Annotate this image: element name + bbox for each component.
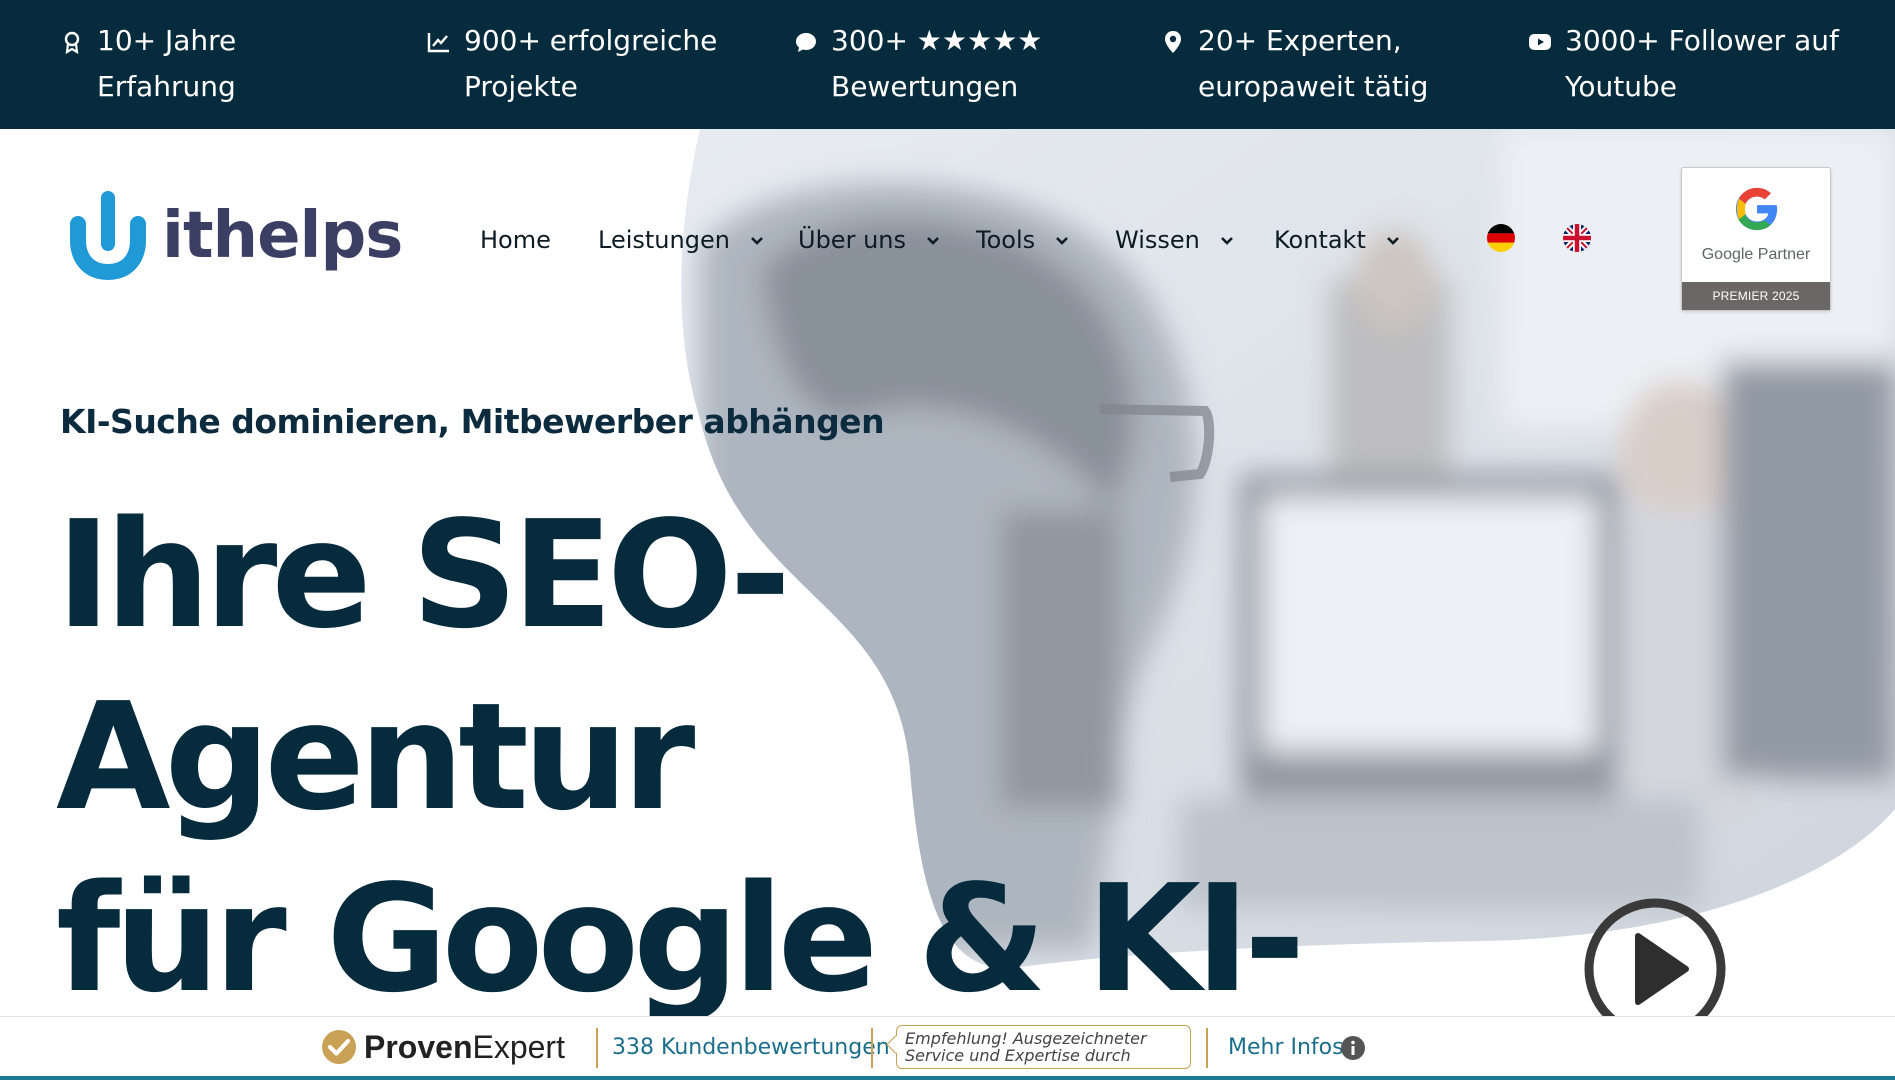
youtube-icon	[1529, 34, 1551, 50]
brand-bold: Proven	[364, 1029, 473, 1065]
chevron-down-icon	[926, 237, 939, 245]
more-info-link[interactable]: Mehr Infos	[1228, 1031, 1344, 1065]
nav-item-tools[interactable]: Tools	[976, 220, 1069, 260]
google-partner-badge[interactable]: Google Partner PREMIER 2025	[1681, 167, 1831, 311]
nav-label: Über uns	[798, 226, 906, 254]
headline-line: für Google & KI-	[56, 853, 1305, 1025]
stat-line1: 3000+ Follower auf	[1565, 24, 1839, 57]
brand-regular: Expert	[472, 1029, 565, 1065]
review-count: 338 Kundenbewertungen	[612, 1035, 890, 1060]
stat-line2: Erfahrung	[97, 70, 236, 103]
proven-expert-logo: ProvenExpert	[364, 1029, 565, 1065]
chart-icon	[427, 33, 449, 53]
german-flag-icon[interactable]	[1487, 224, 1515, 252]
stat-line1: 300+ ★★★★★	[831, 24, 1043, 57]
chevron-down-icon	[1055, 237, 1068, 245]
nav-label: Kontakt	[1274, 226, 1366, 254]
stat-line2: Youtube	[1565, 70, 1677, 103]
google-partner-label: Google Partner	[1701, 246, 1811, 263]
divider	[1206, 1028, 1208, 1068]
divider	[871, 1028, 873, 1068]
proven-expert-check-icon	[322, 1030, 356, 1064]
stat-line2: europaweit tätig	[1198, 70, 1429, 103]
nav-label: Leistungen	[598, 226, 730, 254]
nav-item-kontakt[interactable]: Kontakt	[1274, 220, 1400, 260]
quote-line: Empfehlung! Ausgezeichneter	[905, 1029, 1147, 1048]
stat-line1: 20+ Experten,	[1198, 24, 1402, 57]
stat-line1: 10+ Jahre	[97, 24, 237, 57]
proven-expert-bar[interactable]: ProvenExpert 338 Kundenbewertungen Empfe…	[0, 1016, 1895, 1077]
nav-item-leistungen[interactable]: Leistungen	[598, 220, 764, 260]
top-info-bar: 10+ Jahre Erfahrung 900+ erfolgreiche Pr…	[0, 0, 1895, 129]
hero-headline: Ihre SEO- Agentur für Google & KI-	[56, 484, 1456, 1030]
main-navigation: Home Leistungen Über uns Tools Wissen Ko…	[0, 220, 1420, 260]
stat-line1: 900+ erfolgreiche	[464, 24, 718, 57]
hero-subheadline: KI-Suche dominieren, Mitbewerber abhänge…	[60, 402, 885, 441]
chevron-down-icon	[1220, 237, 1233, 245]
nav-label: Home	[480, 226, 551, 254]
award-icon	[64, 31, 80, 54]
stat-line2: Projekte	[464, 70, 578, 103]
location-pin-icon	[1165, 31, 1181, 53]
recommendation-quote: Empfehlung! Ausgezeichneter Service und …	[896, 1025, 1191, 1069]
headline-line: Ihre SEO-	[56, 489, 791, 661]
bottom-accent-line	[0, 1076, 1895, 1080]
premier-badge: PREMIER 2025	[1682, 282, 1830, 310]
nav-item-ueber-uns[interactable]: Über uns	[798, 220, 940, 260]
nav-item-wissen[interactable]: Wissen	[1115, 220, 1234, 260]
google-g-icon	[1735, 187, 1778, 231]
stat-line2: Bewertungen	[831, 70, 1019, 103]
divider	[596, 1028, 598, 1068]
uk-flag-icon[interactable]	[1563, 224, 1591, 252]
nav-label: Wissen	[1115, 226, 1200, 254]
nav-item-home[interactable]: Home	[480, 220, 551, 260]
chevron-down-icon	[750, 237, 763, 245]
chevron-down-icon	[1386, 237, 1399, 245]
nav-label: Tools	[976, 226, 1036, 254]
quote-line: Service und Expertise durch	[905, 1046, 1131, 1065]
chat-bubble-icon	[796, 33, 816, 52]
info-icon[interactable]	[1341, 1036, 1365, 1060]
headline-line: Agentur	[56, 671, 695, 843]
